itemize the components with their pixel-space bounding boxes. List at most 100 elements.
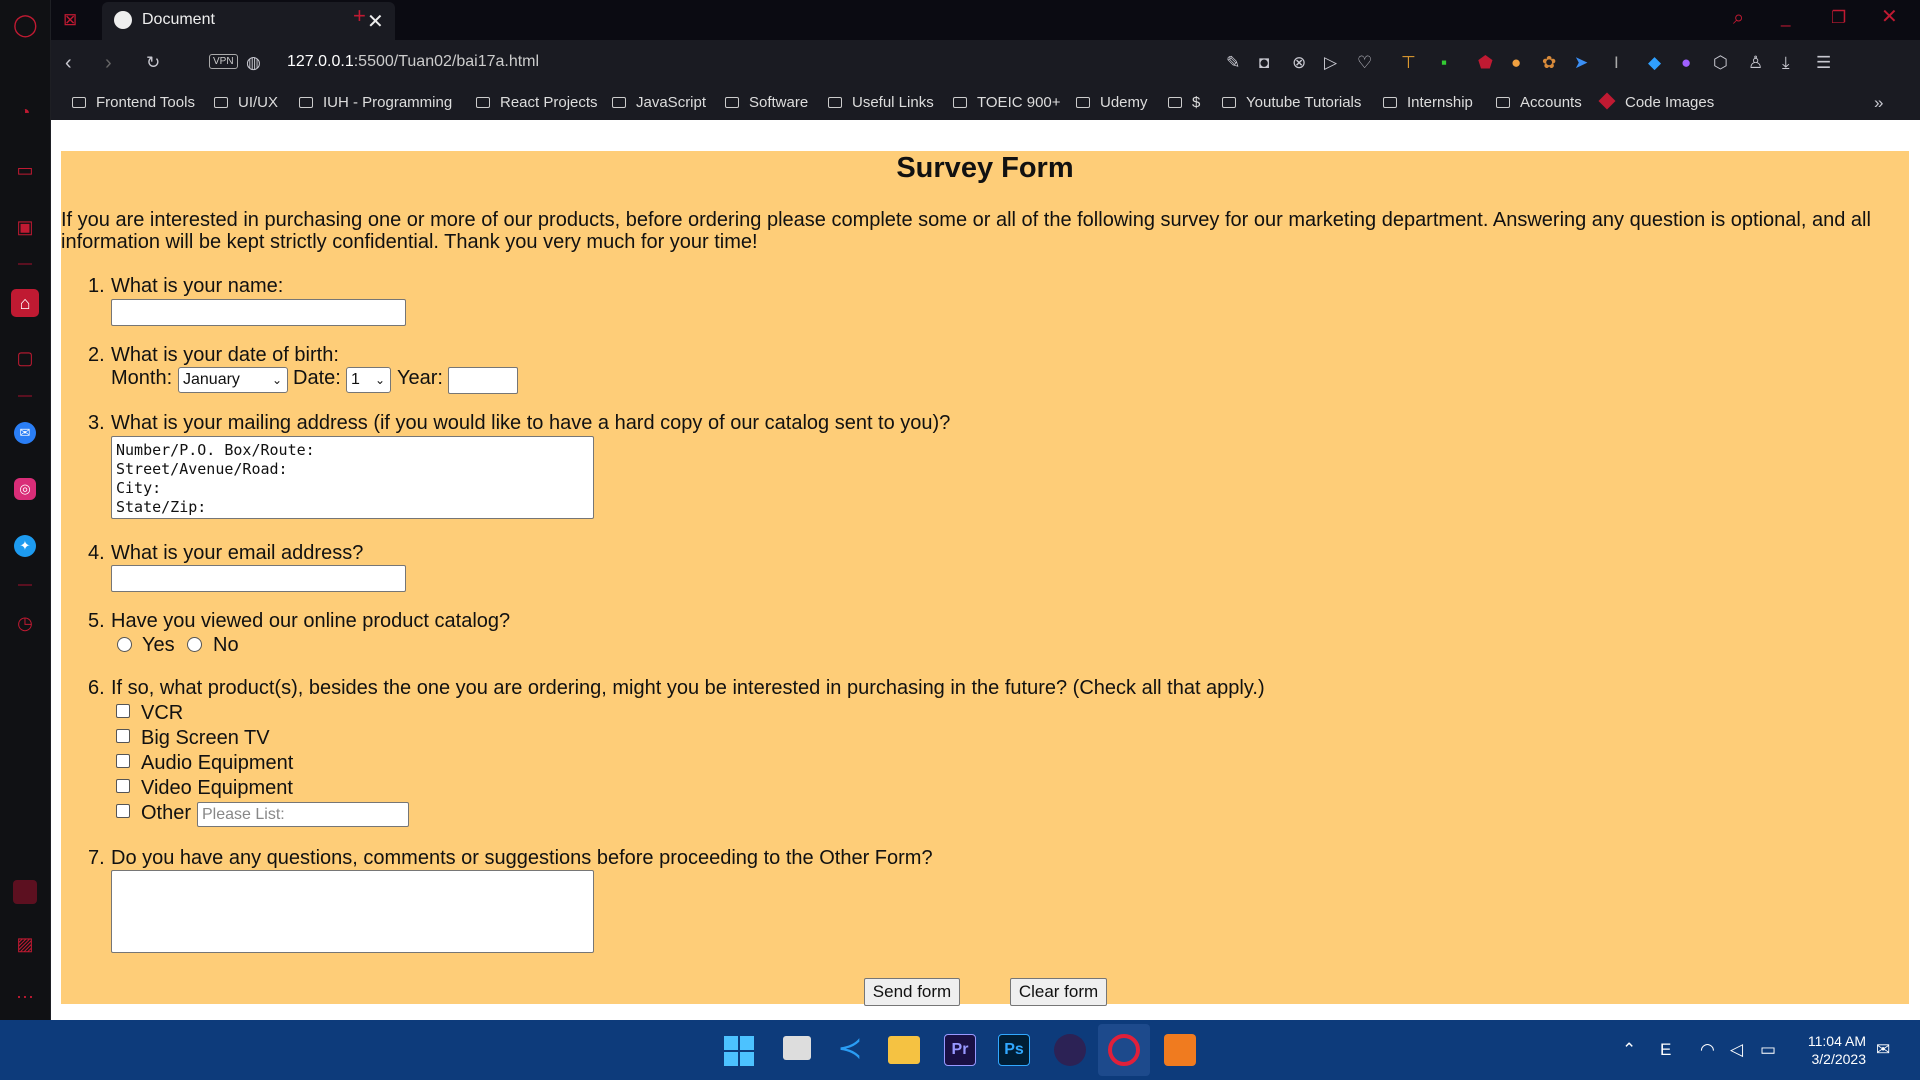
bookmark-folder[interactable]: Udemy — [1076, 93, 1148, 113]
twitter-icon[interactable]: ✦ — [14, 535, 36, 557]
notifications-icon[interactable]: ✉ — [1876, 1040, 1890, 1060]
more-icon[interactable]: ⋯ — [13, 985, 37, 1009]
yes-radio[interactable] — [117, 637, 132, 652]
ime-icon[interactable]: E — [1660, 1040, 1671, 1060]
water-drop-icon[interactable]: ◆ — [1648, 53, 1661, 73]
speed-dial-icon[interactable]: ◔ — [13, 100, 37, 124]
premiere-pro-icon[interactable]: Pr — [944, 1034, 976, 1066]
q4-label: What is your email address? — [111, 542, 364, 564]
site-info-icon[interactable]: ◍ — [246, 53, 261, 73]
download-icon[interactable]: ⤓ — [1782, 53, 1790, 73]
heart-icon[interactable]: ♡ — [1357, 53, 1372, 73]
bookmark-folder[interactable]: IUH - Programming — [299, 93, 452, 113]
eclipse-icon[interactable] — [1054, 1034, 1086, 1066]
adblock-icon[interactable]: ⊗ — [1292, 53, 1306, 73]
gx-control-icon[interactable]: ▣ — [13, 215, 37, 239]
bookmark-folder[interactable]: JavaScript — [612, 93, 706, 113]
bookmark-folder[interactable]: $ — [1168, 93, 1200, 113]
forward-icon[interactable]: › — [105, 53, 112, 73]
new-tab-icon[interactable]: + — [353, 5, 366, 27]
gallery-icon[interactable]: ▨ — [13, 932, 37, 956]
address-bar[interactable]: 127.0.0.1:5500/Tuan02/bai17a.html — [287, 53, 539, 71]
vpn-badge[interactable]: VPN — [209, 54, 238, 69]
month-value: January — [183, 371, 240, 388]
close-window-icon[interactable]: ✕ — [1881, 7, 1898, 27]
extension-green-icon[interactable]: ▪ — [1441, 53, 1447, 73]
easy-setup-icon[interactable]: ☰ — [1816, 53, 1831, 73]
extension-hammer-icon[interactable]: ⊤ — [1401, 53, 1416, 73]
name-input[interactable] — [111, 299, 406, 326]
bookmark-folder[interactable]: Useful Links — [828, 93, 934, 113]
clock[interactable]: 11:04 AM 3/2/2023 — [1790, 1032, 1866, 1068]
video-equipment-checkbox[interactable] — [116, 779, 130, 793]
wifi-icon[interactable]: ◠ — [1700, 1040, 1715, 1060]
cube-icon[interactable]: ⬡ — [1713, 53, 1728, 73]
search-tabs-icon[interactable]: ⌕ — [1733, 8, 1744, 28]
extension-orange-icon[interactable]: ● — [1511, 53, 1521, 73]
messenger-icon[interactable]: ✉ — [14, 422, 36, 444]
address-textarea[interactable]: Number/P.O. Box/Route: Street/Avenue/Roa… — [111, 436, 594, 519]
bookmark-link[interactable]: Code Images — [1598, 92, 1714, 113]
email-input[interactable] — [111, 565, 406, 592]
bookmark-folder[interactable]: Youtube Tutorials — [1222, 93, 1361, 113]
twitch-icon[interactable]: ▢ — [13, 346, 37, 370]
bookmark-folder[interactable]: Internship — [1383, 93, 1473, 113]
battery-icon[interactable]: ▭ — [1760, 1040, 1776, 1060]
volume-icon[interactable]: ◁ — [1730, 1040, 1743, 1060]
ublock-icon[interactable]: ⬟ — [1478, 53, 1493, 73]
folder-icon — [953, 97, 967, 108]
reload-icon[interactable]: ↻ — [146, 53, 160, 73]
extension-icon[interactable] — [13, 880, 37, 904]
back-icon[interactable]: ‹ — [65, 53, 72, 73]
bookmark-folder[interactable]: UI/UX — [214, 93, 278, 113]
windows-start-icon[interactable] — [724, 1036, 754, 1066]
home-icon[interactable]: ⌂ — [11, 289, 39, 317]
instagram-icon[interactable]: ◎ — [14, 478, 36, 500]
audio-equipment-checkbox[interactable] — [116, 754, 130, 768]
send-icon[interactable]: ▷ — [1324, 53, 1337, 73]
chevron-up-icon[interactable]: ⌃ — [1622, 1040, 1636, 1060]
camera-icon[interactable]: ◘ — [1259, 53, 1269, 73]
bookmark-folder[interactable]: TOEIC 900+ — [953, 93, 1061, 113]
snapshot-icon[interactable]: ✎ — [1226, 53, 1240, 73]
cookie-icon[interactable]: ✿ — [1542, 53, 1556, 73]
year-input[interactable] — [448, 367, 518, 394]
q6-label: If so, what product(s), besides the one … — [111, 677, 1265, 699]
profile-icon[interactable]: ♙ — [1748, 53, 1763, 73]
date-label: Date: — [293, 367, 341, 389]
other-products-input[interactable]: Please List: — [197, 802, 409, 827]
bookmark-folder[interactable]: Accounts — [1496, 93, 1582, 113]
bookmark-folder[interactable]: Software — [725, 93, 808, 113]
photoshop-icon[interactable]: Ps — [998, 1034, 1030, 1066]
month-select[interactable]: January ⌄ — [178, 367, 288, 393]
task-view-icon[interactable] — [783, 1036, 811, 1060]
chevron-down-icon: ⌄ — [271, 373, 282, 387]
tab-document[interactable]: Document ✕ — [102, 2, 395, 40]
history-icon[interactable]: ◷ — [13, 611, 37, 635]
other-checkbox[interactable] — [116, 804, 130, 818]
opera-logo-icon[interactable]: ◯ — [13, 13, 38, 37]
minimize-icon[interactable]: _ — [1781, 8, 1790, 28]
close-tab-icon[interactable]: ✕ — [367, 9, 384, 34]
clear-form-button[interactable]: Clear form — [1010, 978, 1107, 1006]
gx-corner-icon[interactable]: ⊠ — [63, 10, 77, 30]
send-form-button[interactable]: Send form — [864, 978, 960, 1006]
bookmark-folder[interactable]: React Projects — [476, 93, 598, 113]
yes-label: Yes — [142, 634, 175, 656]
text-cursor-icon[interactable]: I — [1614, 53, 1619, 73]
big-screen-tv-checkbox[interactable] — [116, 729, 130, 743]
file-explorer-icon[interactable] — [888, 1036, 920, 1064]
vscode-icon[interactable]: ≺ — [834, 1033, 866, 1065]
restore-icon[interactable]: ❐ — [1831, 8, 1846, 28]
shopping-icon[interactable]: ▭ — [13, 158, 37, 182]
opera-icon[interactable] — [1108, 1034, 1140, 1066]
extension-blue-icon[interactable]: ➤ — [1574, 53, 1588, 73]
vcr-checkbox[interactable] — [116, 704, 130, 718]
extension-purple-icon[interactable]: ● — [1681, 53, 1691, 73]
date-select[interactable]: 1 ⌄ — [346, 367, 391, 393]
bookmark-folder[interactable]: Frontend Tools — [72, 93, 195, 113]
pdf-app-icon[interactable] — [1164, 1034, 1196, 1066]
more-bookmarks-icon[interactable]: » — [1874, 93, 1883, 113]
comments-textarea[interactable] — [111, 870, 594, 953]
no-radio[interactable] — [187, 637, 202, 652]
